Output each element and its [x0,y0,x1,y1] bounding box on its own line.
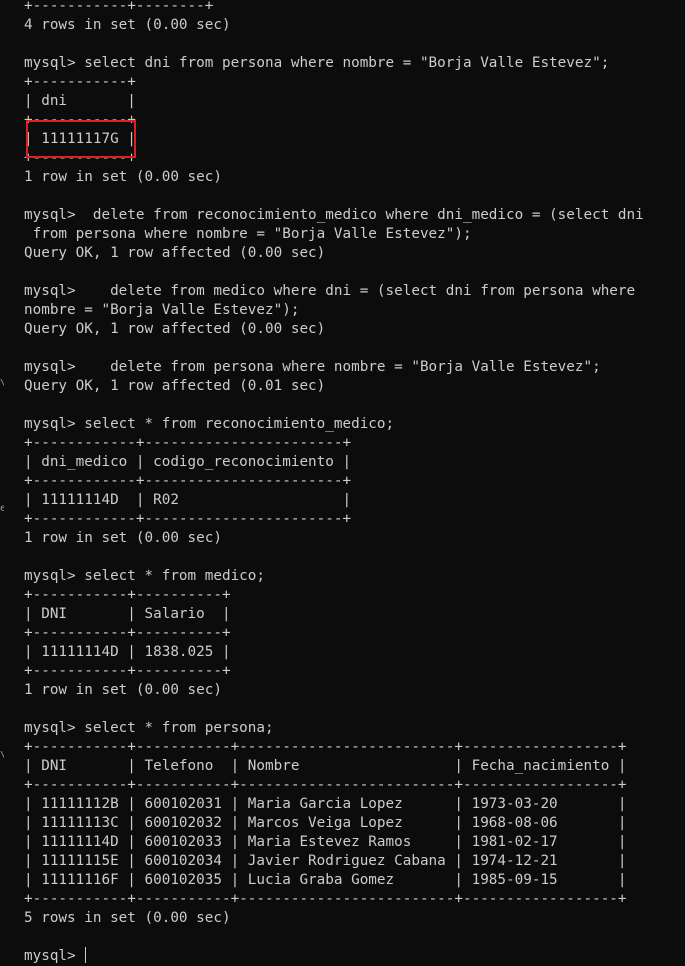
terminal-line: +-----------+----------+ [24,625,231,641]
terminal-line: +-----------+-----------+---------------… [24,777,627,793]
terminal-line: mysql> select * from medico; [24,568,266,584]
terminal-line: | DNI | Salario | [24,606,231,622]
terminal-line: from persona where nombre = "Borja Valle… [24,226,472,242]
terminal-line: Query OK, 1 row affected (0.00 sec) [24,245,326,261]
terminal-line: 4 rows in set (0.00 sec) [24,17,231,33]
terminal-line: +-----------+ [24,112,136,128]
terminal-line: +------------+-----------------------+ [24,435,352,451]
prompt-label: mysql> [24,948,85,964]
terminal-line: +------------+-----------------------+ [24,473,352,489]
terminal-line: mysql> select * from reconocimiento_medi… [24,416,395,432]
window-edge-fragment: e [0,503,4,514]
terminal-line: +-----------+--------+ [24,0,214,14]
terminal-line: | 11111115E | 600102034 | Javier Rodrigu… [24,853,627,869]
terminal-line: | 11111112B | 600102031 | Maria Garcia L… [24,796,627,812]
terminal-line: +-----------+ [24,150,136,166]
terminal-line: | 11111114D | 600102033 | Maria Estevez … [24,834,627,850]
terminal-line: Query OK, 1 row affected (0.00 sec) [24,321,326,337]
window-edge-fragment: \ [0,750,4,761]
terminal-line: 1 row in set (0.00 sec) [24,682,222,698]
terminal-line: | 11111113C | 600102032 | Marcos Veiga L… [24,815,627,831]
terminal-line: +------------+-----------------------+ [24,511,352,527]
terminal-line: +-----------+-----------+---------------… [24,891,627,907]
terminal-line: | 11111117G | [24,131,136,147]
terminal-line: nombre = "Borja Valle Estevez"); [24,302,300,318]
terminal-line: +-----------+ [24,74,136,90]
terminal-line: 1 row in set (0.00 sec) [24,169,222,185]
terminal-line: | 11111114D | 1838.025 | [24,644,231,660]
terminal-line: | dni | [24,93,136,109]
terminal-line: 1 row in set (0.00 sec) [24,530,222,546]
terminal-line: +-----------+-----------+---------------… [24,739,627,755]
terminal-line: | DNI | Telefono | Nombre | Fecha_nacimi… [24,758,627,774]
terminal-line: 5 rows in set (0.00 sec) [24,910,231,926]
terminal-line: +-----------+----------+ [24,663,231,679]
terminal-line: Query OK, 1 row affected (0.01 sec) [24,378,326,394]
terminal-line: | dni_medico | codigo_reconocimiento | [24,454,352,470]
prompt-line[interactable]: mysql> [24,947,644,966]
terminal-line: | 11111116F | 600102035 | Lucia Graba Go… [24,872,627,888]
terminal-line: mysql> select dni from persona where nom… [24,55,610,71]
terminal-line: | 11111114D | R02 | [24,492,352,508]
text-cursor [85,947,87,963]
terminal-line: mysql> delete from persona where nombre … [24,359,601,375]
terminal-line: +-----------+----------+ [24,587,231,603]
terminal-output[interactable]: +-----------+--------+ 4 rows in set (0.0… [24,0,644,966]
terminal-line: mysql> delete from reconocimiento_medico… [24,207,644,223]
terminal-line: mysql> delete from medico where dni = (s… [24,283,636,299]
terminal-line: mysql> select * from persona; [24,720,274,736]
window-edge-fragment: \ [0,378,4,389]
